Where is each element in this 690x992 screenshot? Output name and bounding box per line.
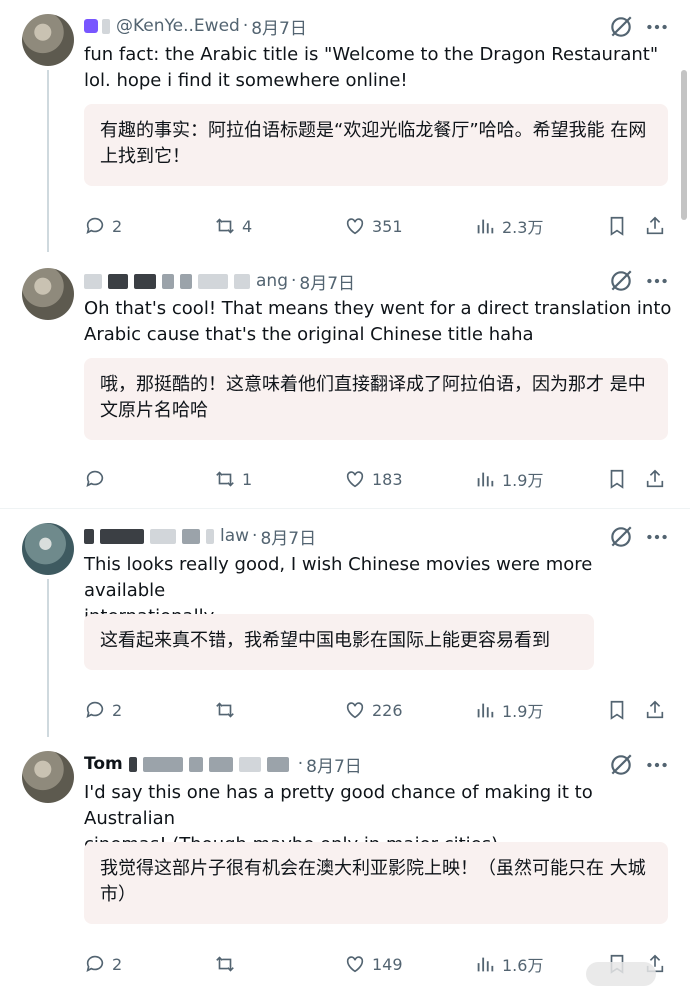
repost-icon bbox=[216, 218, 234, 234]
views-icon bbox=[477, 219, 494, 234]
repost-icon bbox=[216, 956, 234, 972]
translation-box: 我觉得这部片子很有机会在澳大利亚影院上映！（虽然可能只在 大城市） bbox=[84, 842, 668, 924]
translation-box: 这看起来真不错，我希望中国电影在国际上能更容易看到 bbox=[84, 614, 594, 670]
views-button[interactable]: 1.6万 bbox=[474, 949, 543, 979]
post-3[interactable]: law · 8月7日 This looks really good, I wis… bbox=[0, 509, 690, 737]
more-icon[interactable] bbox=[644, 524, 670, 550]
more-icon[interactable] bbox=[644, 14, 670, 40]
like-icon bbox=[346, 471, 364, 488]
like-count: 351 bbox=[372, 216, 403, 236]
views-count: 1.9万 bbox=[502, 702, 544, 721]
views-button[interactable]: 1.9万 bbox=[474, 464, 543, 494]
reply-button[interactable]: 2 bbox=[84, 211, 122, 241]
views-button[interactable]: 2.3万 bbox=[474, 211, 543, 241]
repost-button[interactable]: 1 bbox=[214, 464, 252, 494]
avatar[interactable] bbox=[22, 751, 74, 803]
user-handle[interactable]: @KenYe..Ewed bbox=[116, 16, 240, 36]
post-text: Oh that's cool! That means they went for… bbox=[84, 298, 672, 345]
translation-box: 有趣的事实：阿拉伯语标题是“欢迎光临龙餐厅”哈哈。希望我能 在网上找到它！ bbox=[84, 104, 668, 186]
user-handle[interactable]: Tom bbox=[84, 754, 123, 774]
repost-count: 1 bbox=[242, 469, 253, 489]
views-icon bbox=[477, 957, 494, 972]
post-date[interactable]: 8月7日 bbox=[260, 524, 316, 549]
reply-count: 2 bbox=[112, 954, 123, 974]
like-button[interactable]: 183 bbox=[344, 464, 403, 494]
user-handle[interactable]: ang bbox=[256, 271, 288, 291]
grok-icon[interactable] bbox=[608, 14, 634, 40]
post-4[interactable]: Tom · 8月7日 I'd say this one has a pretty… bbox=[0, 737, 690, 992]
like-button[interactable]: 351 bbox=[344, 211, 403, 241]
watermark-overlay bbox=[586, 962, 656, 986]
action-bar: 2 4 351 2.3万 bbox=[84, 211, 674, 241]
post-header: law · 8月7日 bbox=[84, 524, 316, 549]
reply-button[interactable]: 2 bbox=[84, 949, 122, 979]
user-handle[interactable]: law bbox=[220, 526, 249, 546]
reply-icon bbox=[86, 701, 104, 718]
share-button[interactable] bbox=[644, 211, 666, 241]
like-count: 226 bbox=[372, 700, 403, 720]
share-button[interactable] bbox=[644, 695, 666, 725]
reply-icon bbox=[86, 217, 104, 234]
reply-count: 2 bbox=[112, 216, 123, 236]
avatar[interactable] bbox=[22, 268, 74, 320]
reply-button[interactable] bbox=[84, 464, 112, 494]
bookmark-icon bbox=[610, 700, 624, 720]
like-button[interactable]: 226 bbox=[344, 695, 403, 725]
views-count: 2.3万 bbox=[502, 218, 544, 237]
grok-icon[interactable] bbox=[608, 268, 634, 294]
share-icon bbox=[646, 469, 664, 488]
like-icon bbox=[346, 218, 364, 235]
share-icon bbox=[646, 700, 664, 719]
repost-icon bbox=[216, 471, 234, 487]
avatar[interactable] bbox=[22, 14, 74, 66]
verified-icon bbox=[84, 19, 98, 33]
translation-box: 哦，那挺酷的！这意味着他们直接翻译成了阿拉伯语，因为那才 是中文原片名哈哈 bbox=[84, 358, 668, 440]
repost-count: 4 bbox=[242, 216, 253, 236]
post-text: fun fact: the Arabic title is "Welcome t… bbox=[84, 44, 659, 91]
thread-line bbox=[47, 70, 49, 252]
bookmark-button[interactable] bbox=[606, 464, 628, 494]
share-icon bbox=[646, 216, 664, 235]
post-1[interactable]: @KenYe..Ewed · 8月7日 fun fact: the Arabic… bbox=[0, 0, 690, 252]
more-icon[interactable] bbox=[644, 752, 670, 778]
post-date[interactable]: 8月7日 bbox=[299, 269, 355, 294]
bookmark-icon bbox=[610, 469, 624, 489]
post-header: @KenYe..Ewed · 8月7日 bbox=[84, 14, 307, 39]
grok-icon[interactable] bbox=[608, 524, 634, 550]
views-icon bbox=[477, 472, 494, 487]
scrollbar[interactable] bbox=[681, 70, 687, 220]
post-2[interactable]: ang · 8月7日 Oh that's cool! That means th… bbox=[0, 252, 690, 508]
reply-icon bbox=[86, 955, 104, 972]
views-button[interactable]: 1.9万 bbox=[474, 695, 543, 725]
like-icon bbox=[346, 956, 364, 973]
views-count: 1.9万 bbox=[502, 471, 544, 490]
thread-line bbox=[47, 579, 49, 737]
views-count: 1.6万 bbox=[502, 956, 544, 975]
action-bar: 2 226 1.9万 bbox=[84, 695, 674, 725]
post-date[interactable]: 8月7日 bbox=[251, 14, 307, 39]
action-bar: 1 183 1.9万 bbox=[84, 464, 674, 494]
like-button[interactable]: 149 bbox=[344, 949, 403, 979]
avatar[interactable] bbox=[22, 523, 74, 575]
more-icon[interactable] bbox=[644, 268, 670, 294]
bookmark-icon bbox=[610, 216, 624, 236]
repost-button[interactable] bbox=[214, 949, 242, 979]
share-button[interactable] bbox=[644, 464, 666, 494]
views-icon bbox=[477, 703, 494, 718]
reply-count: 2 bbox=[112, 700, 123, 720]
reply-icon bbox=[86, 470, 104, 487]
repost-button[interactable] bbox=[214, 695, 242, 725]
like-icon bbox=[346, 702, 364, 719]
repost-button[interactable]: 4 bbox=[214, 211, 252, 241]
reply-button[interactable]: 2 bbox=[84, 695, 122, 725]
repost-icon bbox=[216, 702, 234, 718]
like-count: 183 bbox=[372, 469, 403, 489]
bookmark-button[interactable] bbox=[606, 695, 628, 725]
like-count: 149 bbox=[372, 954, 403, 974]
post-header: Tom · 8月7日 bbox=[84, 752, 362, 777]
grok-icon[interactable] bbox=[608, 752, 634, 778]
post-header: ang · 8月7日 bbox=[84, 269, 355, 294]
post-date[interactable]: 8月7日 bbox=[306, 752, 362, 777]
bookmark-button[interactable] bbox=[606, 211, 628, 241]
